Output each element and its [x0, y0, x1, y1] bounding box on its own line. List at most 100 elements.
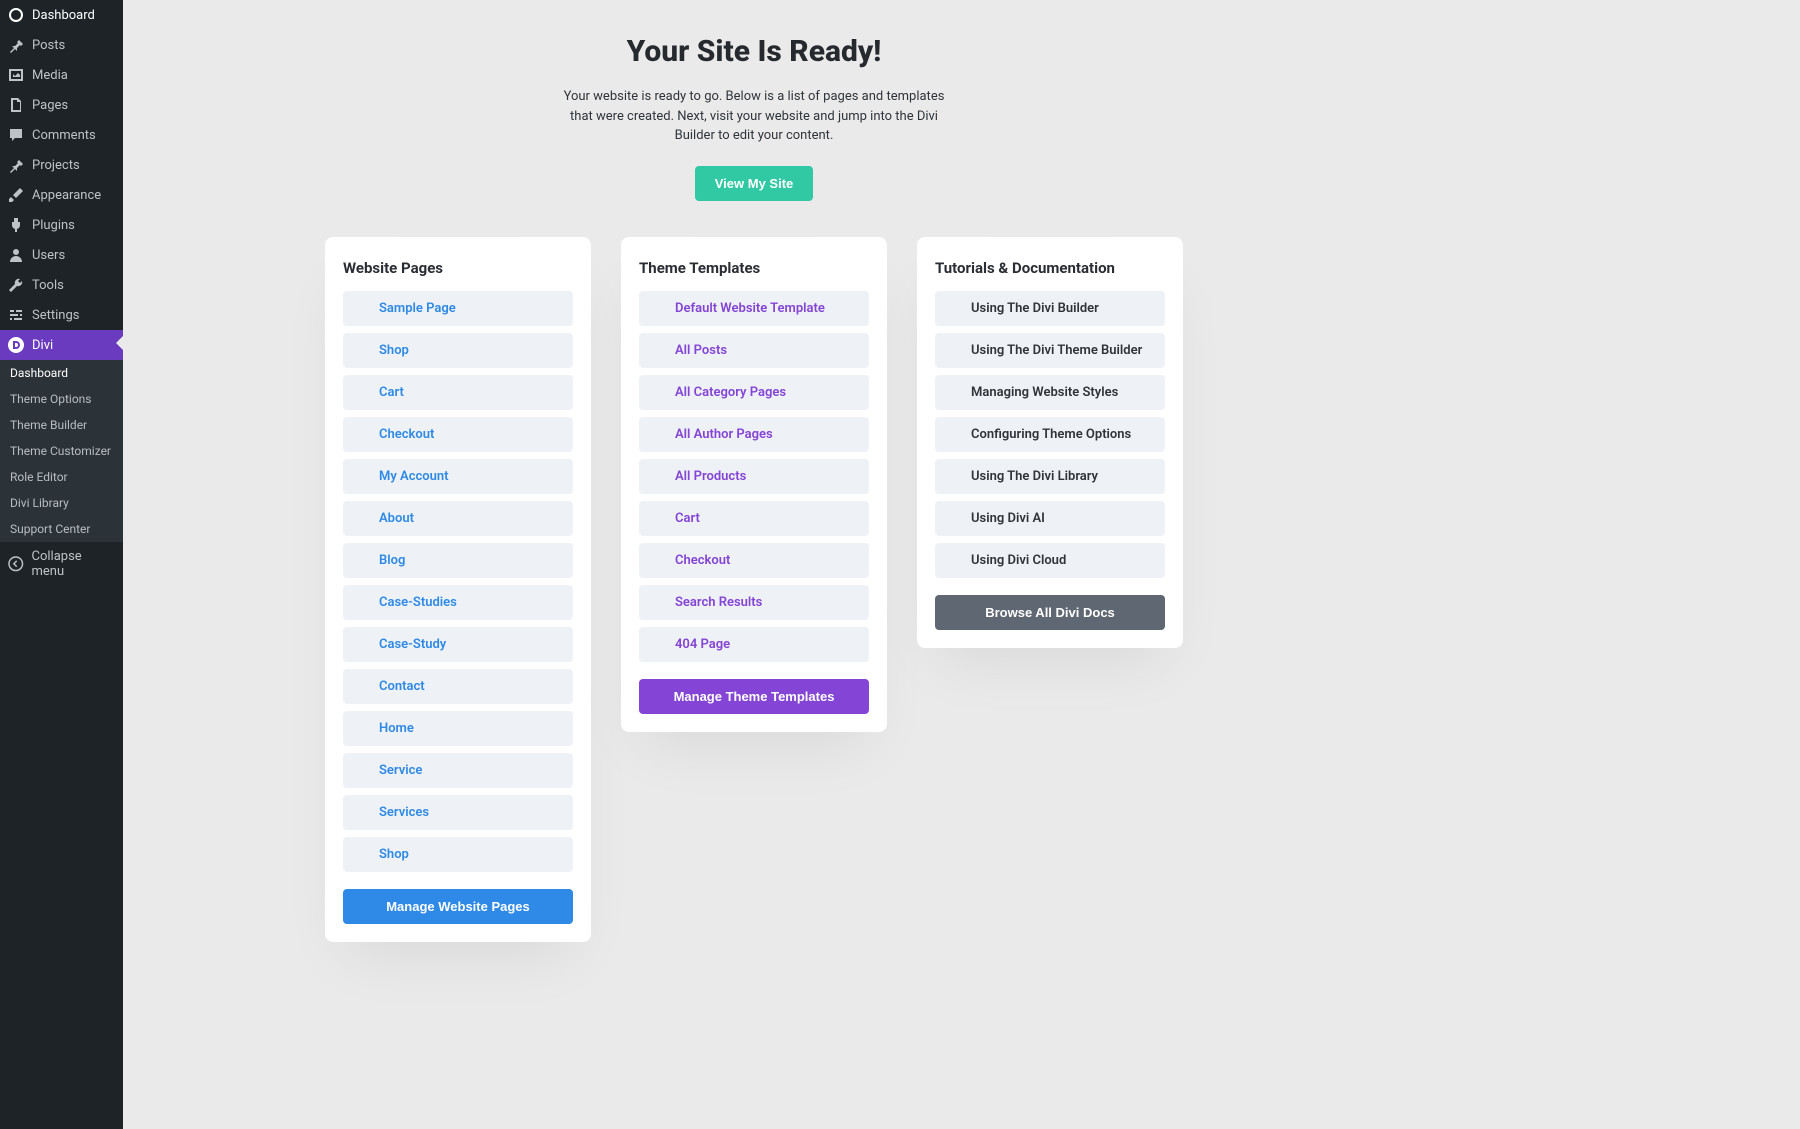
- sidebar-item-plugins[interactable]: Plugins: [0, 210, 123, 240]
- doc-item[interactable]: Using The Divi Builder: [935, 291, 1165, 326]
- page-item[interactable]: About: [343, 501, 573, 536]
- doc-item[interactable]: Using The Divi Library: [935, 459, 1165, 494]
- template-item[interactable]: 404 Page: [639, 627, 869, 662]
- card-website-pages: Website Pages Sample Page Shop Cart Checkou…: [325, 237, 591, 942]
- sidebar-subitem[interactable]: Theme Options: [0, 386, 123, 412]
- sidebar-subitem[interactable]: Divi Library: [0, 490, 123, 516]
- page-item[interactable]: Contact: [343, 669, 573, 704]
- sidebar-subitem[interactable]: Role Editor: [0, 464, 123, 490]
- list-item-label: 404 Page: [675, 637, 730, 652]
- sidebar-item-label: Appearance: [32, 188, 101, 203]
- template-item[interactable]: All Products: [639, 459, 869, 494]
- list-item-label: Cart: [675, 511, 700, 526]
- sidebar-item-divi[interactable]: Divi: [0, 330, 123, 360]
- layers-icon: [355, 805, 369, 819]
- sidebar-item-label: Pages: [32, 98, 68, 113]
- layers-icon: [947, 469, 961, 483]
- pages-icon: [8, 97, 24, 113]
- layers-icon: [355, 385, 369, 399]
- page-item[interactable]: Cart: [343, 375, 573, 410]
- list-item-label: Shop: [379, 847, 409, 862]
- sidebar-item-media[interactable]: Media: [0, 60, 123, 90]
- doc-item[interactable]: Using The Divi Theme Builder: [935, 333, 1165, 368]
- page-item[interactable]: Case-Study: [343, 627, 573, 662]
- layers-icon: [947, 385, 961, 399]
- list-item-label: Default Website Template: [675, 301, 825, 316]
- sidebar-item-settings[interactable]: Settings: [0, 300, 123, 330]
- page-item[interactable]: Service: [343, 753, 573, 788]
- sidebar-submenu: DashboardTheme OptionsTheme BuilderTheme…: [0, 360, 123, 542]
- sidebar-item-dashboard[interactable]: Dashboard: [0, 0, 123, 30]
- page-description: Your website is ready to go. Below is a …: [554, 87, 954, 146]
- sidebar-subitem[interactable]: Theme Builder: [0, 412, 123, 438]
- page-item[interactable]: Case-Studies: [343, 585, 573, 620]
- list-item-label: Services: [379, 805, 429, 820]
- list-item-label: About: [379, 511, 414, 526]
- template-item[interactable]: Cart: [639, 501, 869, 536]
- page-title: Your Site Is Ready!: [554, 34, 954, 69]
- list-item-label: Using Divi AI: [971, 511, 1045, 526]
- page-item[interactable]: Shop: [343, 837, 573, 872]
- page-item[interactable]: Services: [343, 795, 573, 830]
- view-site-button[interactable]: View My Site: [695, 166, 814, 201]
- collapse-icon: [8, 556, 24, 572]
- template-item[interactable]: Default Website Template: [639, 291, 869, 326]
- browse-docs-button[interactable]: Browse All Divi Docs: [935, 595, 1165, 630]
- page-item[interactable]: Blog: [343, 543, 573, 578]
- sidebar-subitem[interactable]: Dashboard: [0, 360, 123, 386]
- list-item-label: Configuring Theme Options: [971, 427, 1131, 442]
- list-item-label: Sample Page: [379, 301, 456, 316]
- list-item-label: Using The Divi Theme Builder: [971, 343, 1142, 358]
- manage-templates-button[interactable]: Manage Theme Templates: [639, 679, 869, 714]
- template-item[interactable]: All Author Pages: [639, 417, 869, 452]
- template-item[interactable]: Search Results: [639, 585, 869, 620]
- doc-item[interactable]: Managing Website Styles: [935, 375, 1165, 410]
- template-item[interactable]: Checkout: [639, 543, 869, 578]
- page-item[interactable]: Checkout: [343, 417, 573, 452]
- manage-pages-button[interactable]: Manage Website Pages: [343, 889, 573, 924]
- layers-icon: [355, 721, 369, 735]
- layers-icon: [355, 679, 369, 693]
- list-item-label: Checkout: [675, 553, 730, 568]
- sidebar-item-appearance[interactable]: Appearance: [0, 180, 123, 210]
- layers-icon: [651, 385, 665, 399]
- layers-icon: [355, 511, 369, 525]
- sidebar-item-label: Users: [32, 248, 65, 263]
- sidebar-item-label: Projects: [32, 158, 80, 173]
- sidebar-item-comments[interactable]: Comments: [0, 120, 123, 150]
- layers-icon: [651, 301, 665, 315]
- sidebar-subitem[interactable]: Theme Customizer: [0, 438, 123, 464]
- sidebar-item-users[interactable]: Users: [0, 240, 123, 270]
- page-item[interactable]: Shop: [343, 333, 573, 368]
- sidebar-subitem[interactable]: Support Center: [0, 516, 123, 542]
- layers-icon: [651, 343, 665, 357]
- sidebar-item-projects[interactable]: Projects: [0, 150, 123, 180]
- doc-item[interactable]: Using Divi AI: [935, 501, 1165, 536]
- list-item-label: Checkout: [379, 427, 434, 442]
- page-item[interactable]: My Account: [343, 459, 573, 494]
- sidebar-item-label: Settings: [32, 308, 79, 323]
- brush-icon: [8, 187, 24, 203]
- doc-item[interactable]: Using Divi Cloud: [935, 543, 1165, 578]
- sidebar-item-posts[interactable]: Posts: [0, 30, 123, 60]
- doc-item[interactable]: Configuring Theme Options: [935, 417, 1165, 452]
- sidebar-item-label: Comments: [32, 128, 96, 143]
- sidebar-item-tools[interactable]: Tools: [0, 270, 123, 300]
- list-item-label: Shop: [379, 343, 409, 358]
- layers-icon: [355, 847, 369, 861]
- sidebar-item-label: Divi: [32, 338, 53, 353]
- collapse-menu[interactable]: Collapse menu: [0, 542, 123, 586]
- list-item-label: All Products: [675, 469, 746, 484]
- list-item-label: Cart: [379, 385, 404, 400]
- card-title: Website Pages: [343, 259, 573, 277]
- comment-icon: [8, 127, 24, 143]
- page-item[interactable]: Home: [343, 711, 573, 746]
- layers-icon: [355, 553, 369, 567]
- template-item[interactable]: All Posts: [639, 333, 869, 368]
- template-item[interactable]: All Category Pages: [639, 375, 869, 410]
- list-item-label: Using Divi Cloud: [971, 553, 1066, 568]
- layers-icon: [947, 427, 961, 441]
- list-item-label: Managing Website Styles: [971, 385, 1118, 400]
- page-item[interactable]: Sample Page: [343, 291, 573, 326]
- sidebar-item-pages[interactable]: Pages: [0, 90, 123, 120]
